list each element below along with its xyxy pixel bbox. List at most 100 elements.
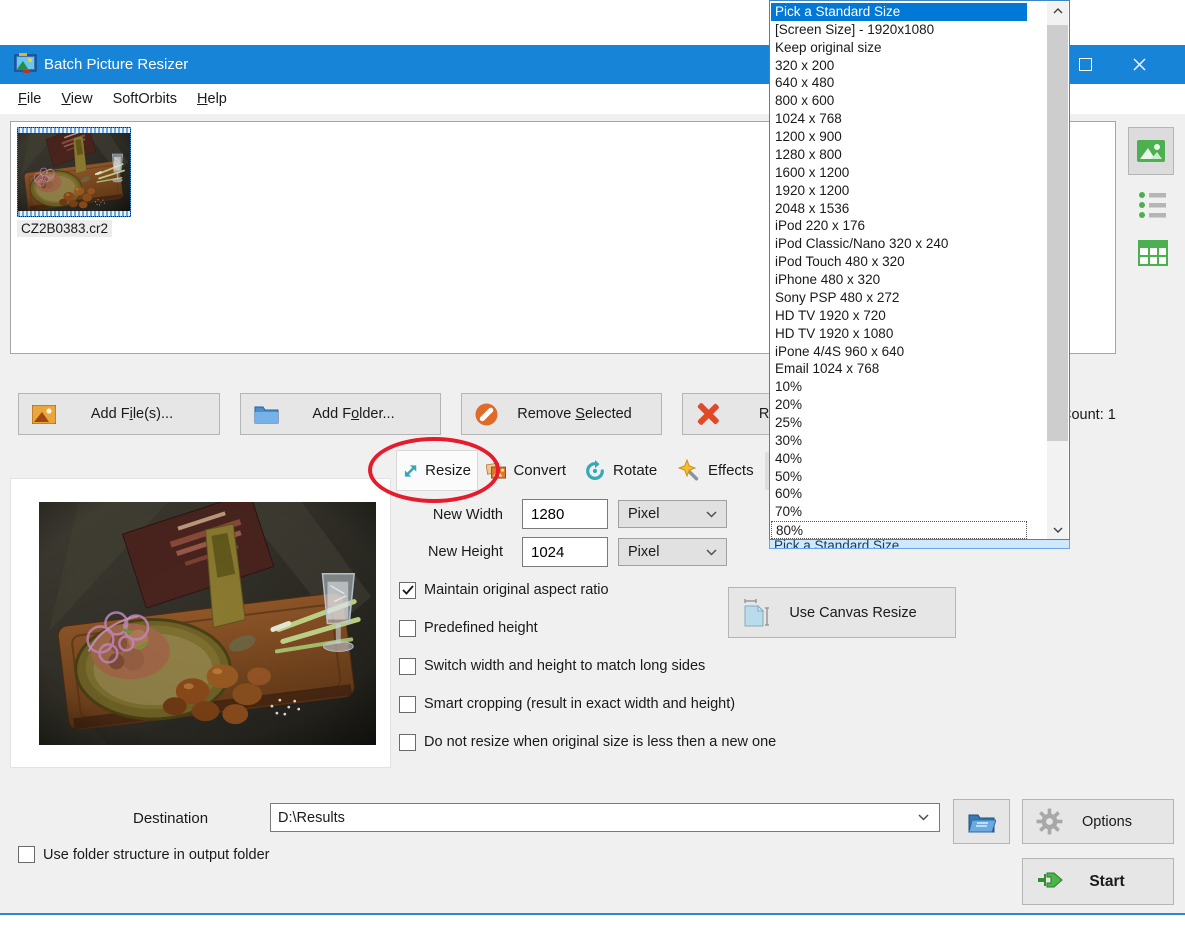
folder-icon: [254, 404, 279, 424]
new-width-input[interactable]: [522, 499, 608, 529]
resize-option-label: Switch width and height to match long si…: [424, 658, 705, 674]
browse-folder-button[interactable]: [953, 799, 1010, 844]
resize-option-checkbox[interactable]: Do not resize when original size is less…: [399, 733, 776, 751]
size-option[interactable]: iPod Touch 480 x 320: [771, 253, 1027, 271]
add-folder-button[interactable]: Add Folder...: [240, 393, 441, 435]
size-option[interactable]: iPhone 480 x 320: [771, 271, 1027, 289]
start-button[interactable]: Start: [1022, 858, 1174, 905]
resize-option-checkbox[interactable]: Maintain original aspect ratio: [399, 581, 609, 599]
remove-selected-button[interactable]: Remove Selected: [461, 393, 662, 435]
size-option[interactable]: HD TV 1920 x 720: [771, 307, 1027, 325]
resize-option-label: Predefined height: [424, 620, 538, 636]
size-option[interactable]: 25%: [771, 414, 1027, 432]
size-option[interactable]: 40%: [771, 450, 1027, 468]
view-list-button[interactable]: [1138, 190, 1168, 220]
size-option[interactable]: [Screen Size] - 1920x1080: [771, 21, 1027, 39]
dropdown-scrollbar[interactable]: [1047, 2, 1068, 539]
size-option[interactable]: 1600 x 1200: [771, 164, 1027, 182]
size-option[interactable]: 320 x 200: [771, 57, 1027, 75]
menu-item-file[interactable]: File: [8, 84, 51, 114]
menu-item-help[interactable]: Help: [187, 84, 237, 114]
width-unit-value: Pixel: [628, 506, 659, 522]
size-option[interactable]: 50%: [771, 468, 1027, 486]
size-option[interactable]: HD TV 1920 x 1080: [771, 325, 1027, 343]
options-label: Options: [1082, 814, 1132, 830]
size-option[interactable]: Email 1024 x 768: [771, 360, 1027, 378]
size-option[interactable]: 1280 x 800: [771, 146, 1027, 164]
effects-star-wand-icon: [678, 459, 701, 482]
chevron-down-icon: [918, 814, 929, 821]
tab-rotate-label: Rotate: [613, 462, 657, 479]
resize-option-checkbox[interactable]: Predefined height: [399, 619, 538, 637]
chevron-up-icon: [1053, 8, 1063, 14]
folder-structure-checkbox[interactable]: Use folder structure in output folder: [18, 846, 269, 863]
size-dropdown-list[interactable]: Pick a Standard Size[Screen Size] - 1920…: [769, 0, 1070, 540]
resize-option-checkbox[interactable]: Smart cropping (result in exact width an…: [399, 695, 735, 713]
tab-rotate[interactable]: Rotate: [578, 450, 670, 491]
image-view-icon: [1137, 140, 1165, 162]
size-option[interactable]: 10%: [771, 378, 1027, 396]
size-option[interactable]: 1024 x 768: [771, 110, 1027, 128]
close-button[interactable]: [1116, 45, 1162, 84]
size-option[interactable]: Pick a Standard Size: [771, 3, 1027, 21]
size-option[interactable]: iPone 4/4S 960 x 640: [771, 343, 1027, 361]
size-option[interactable]: 2048 x 1536: [771, 200, 1027, 218]
options-button[interactable]: Options: [1022, 799, 1174, 844]
bottom-divider: [0, 913, 1185, 915]
view-thumbnails-button[interactable]: [1128, 127, 1174, 175]
table-view-icon: [1138, 240, 1168, 266]
size-option[interactable]: 1920 x 1200: [771, 182, 1027, 200]
height-unit-select[interactable]: Pixel: [618, 538, 727, 566]
canvas-resize-icon: [742, 598, 772, 628]
add-folder-label: Add Folder...: [312, 406, 394, 422]
resize-option-checkbox[interactable]: Switch width and height to match long si…: [399, 657, 705, 675]
view-table-button[interactable]: [1138, 240, 1168, 266]
tab-effects-label: Effects: [708, 462, 754, 479]
use-canvas-resize-button[interactable]: Use Canvas Resize: [728, 587, 956, 638]
size-option[interactable]: Keep original size: [771, 39, 1027, 57]
scroll-down-button[interactable]: [1047, 521, 1068, 539]
tab-convert-label: Convert: [513, 462, 566, 479]
tab-effects[interactable]: Effects: [672, 450, 764, 491]
size-option[interactable]: iPod Classic/Nano 320 x 240: [771, 235, 1027, 253]
new-height-input[interactable]: [522, 537, 608, 567]
app-icon: [14, 52, 38, 76]
size-option[interactable]: 20%: [771, 396, 1027, 414]
menu-item-softorbits[interactable]: SoftOrbits: [103, 84, 187, 114]
use-canvas-resize-label: Use Canvas Resize: [789, 605, 916, 621]
file-thumbnail[interactable]: [17, 127, 131, 217]
start-label: Start: [1089, 873, 1124, 891]
size-combo-echo[interactable]: Pick a Standard Size: [769, 540, 1070, 549]
size-option[interactable]: 30%: [771, 432, 1027, 450]
destination-combobox[interactable]: D:\Results: [270, 803, 940, 832]
size-option[interactable]: 640 x 480: [771, 74, 1027, 92]
menu-item-view[interactable]: View: [51, 84, 102, 114]
size-option[interactable]: 1200 x 900: [771, 128, 1027, 146]
rotate-arrow-icon: [584, 460, 606, 482]
size-combo-echo-text: Pick a Standard Size: [774, 540, 1069, 549]
chevron-down-icon: [706, 511, 717, 518]
resize-annotation-ellipse: [368, 437, 500, 503]
folder-structure-label: Use folder structure in output folder: [43, 847, 269, 863]
destination-label: Destination: [133, 810, 208, 827]
size-option[interactable]: 70%: [771, 503, 1027, 521]
size-option[interactable]: iPod 220 x 176: [771, 217, 1027, 235]
size-option[interactable]: 800 x 600: [771, 92, 1027, 110]
size-option[interactable]: 80%: [771, 521, 1027, 539]
checkbox-unchecked-icon: [399, 734, 416, 751]
scrollbar-thumb[interactable]: [1047, 25, 1068, 441]
size-option[interactable]: 60%: [771, 485, 1027, 503]
size-option[interactable]: Sony PSP 480 x 272: [771, 289, 1027, 307]
checkbox-unchecked-icon: [399, 620, 416, 637]
resize-option-label: Maintain original aspect ratio: [424, 582, 609, 598]
new-width-label: New Width: [403, 507, 503, 523]
resize-option-label: Smart cropping (result in exact width an…: [424, 696, 735, 712]
scroll-up-button[interactable]: [1047, 2, 1068, 20]
start-arrow-icon: [1036, 870, 1064, 894]
preview-image: [39, 502, 376, 745]
width-unit-select[interactable]: Pixel: [618, 500, 727, 528]
remove-selected-label: Remove Selected: [517, 406, 631, 422]
add-files-button[interactable]: Add File(s)...: [18, 393, 220, 435]
resize-option-label: Do not resize when original size is less…: [424, 734, 776, 750]
size-dropdown-popup: Pick a Standard Size[Screen Size] - 1920…: [769, 0, 1070, 549]
